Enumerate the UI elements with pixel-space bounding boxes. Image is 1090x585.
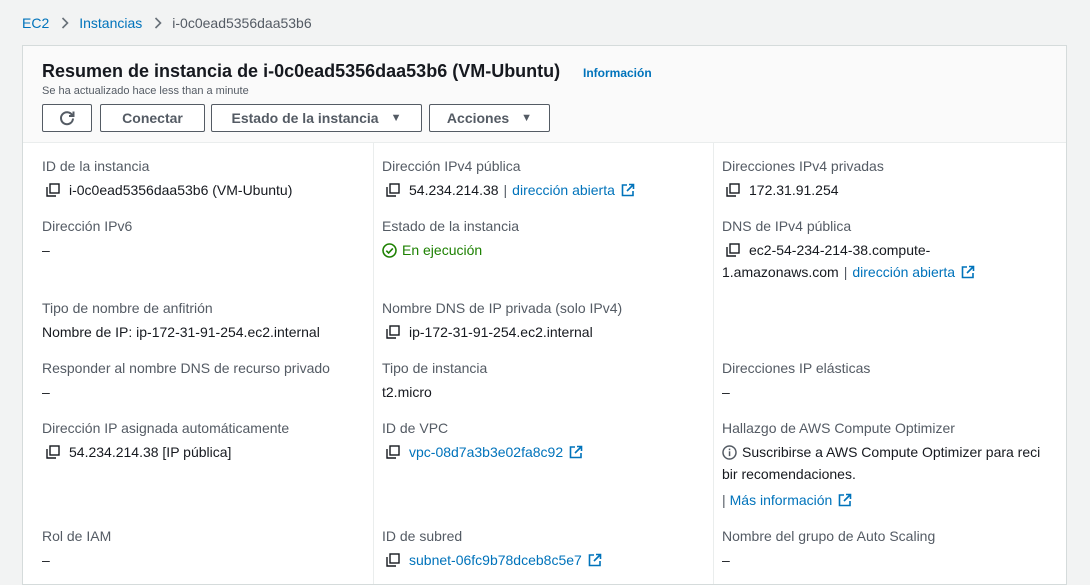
elastic-ips-value: – <box>722 384 730 400</box>
field-label: ID de la instancia <box>42 158 150 174</box>
public-dns-value-line2: 1.amazonaws.com <box>722 264 839 280</box>
last-updated-text: Se ha actualizado hace less than a minut… <box>42 85 249 97</box>
field-iam-role: Rol de IAM – <box>42 527 111 571</box>
external-link-icon <box>961 265 975 279</box>
field-label: Hallazgo de AWS Compute Optimizer <box>722 420 955 436</box>
copy-icon[interactable] <box>46 445 60 459</box>
field-label: Tipo de instancia <box>382 360 488 376</box>
caret-down-icon: ▼ <box>521 112 533 124</box>
copy-icon[interactable] <box>386 325 400 339</box>
field-compute-optimizer: Hallazgo de AWS Compute Optimizer Suscri… <box>722 419 1057 511</box>
ipv6-value: – <box>42 242 50 258</box>
field-private-dns: Nombre DNS de IP privada (solo IPv4) ip-… <box>382 299 622 343</box>
status-badge: En ejecución <box>382 239 482 261</box>
actions-dropdown[interactable]: Acciones ▼ <box>429 104 550 132</box>
copy-icon[interactable] <box>46 183 60 197</box>
breadcrumb: EC2 Instancias i-0c0ead5356daa53b6 <box>22 12 312 34</box>
refresh-button[interactable] <box>42 104 92 132</box>
info-link[interactable]: Información <box>583 66 652 80</box>
private-dns-value: ip-172-31-91-254.ec2.internal <box>409 324 593 340</box>
compute-optimizer-text-line2: bir recomendaciones. <box>722 466 856 482</box>
instance-id-value: i-0c0ead5356daa53b6 (VM-Ubuntu) <box>69 182 293 198</box>
field-label: Responder al nombre DNS de recurso priva… <box>42 360 330 376</box>
field-public-ipv4: Dirección IPv4 pública 54.234.214.38 | d… <box>382 157 635 201</box>
column-divider <box>373 142 374 584</box>
copy-icon[interactable] <box>726 243 740 257</box>
breadcrumb-current: i-0c0ead5356daa53b6 <box>172 15 312 31</box>
compute-optimizer-text-line1: Suscribirse a AWS Compute Optimizer para… <box>742 444 1041 460</box>
actions-dropdown-label: Acciones <box>446 110 510 126</box>
field-label: Tipo de nombre de anfitrión <box>42 300 213 316</box>
public-dns-value-line1: ec2-54-234-214-38.compute- <box>749 242 931 258</box>
external-link-icon <box>569 445 583 459</box>
instance-state-dropdown[interactable]: Estado de la instancia ▼ <box>211 104 422 132</box>
breadcrumb-instancias[interactable]: Instancias <box>79 15 142 31</box>
iam-role-value: – <box>42 552 50 568</box>
copy-icon[interactable] <box>726 183 740 197</box>
column-divider <box>713 142 714 584</box>
field-label: DNS de IPv4 pública <box>722 218 852 234</box>
field-instance-id: ID de la instancia i-0c0ead5356daa53b6 (… <box>42 157 292 201</box>
caret-down-icon: ▼ <box>390 112 402 124</box>
more-info-link[interactable]: Más información <box>730 489 833 511</box>
field-public-dns: DNS de IPv4 pública ec2-54-234-214-38.co… <box>722 217 975 283</box>
instance-type-value: t2.micro <box>382 384 432 400</box>
external-link-icon <box>838 493 852 507</box>
field-elastic-ips: Direcciones IP elásticas – <box>722 359 870 403</box>
external-link-icon <box>588 553 602 567</box>
refresh-icon <box>58 109 76 127</box>
info-circle-icon <box>722 444 737 460</box>
field-private-ipv4: Direcciones IPv4 privadas 172.31.91.254 <box>722 157 884 201</box>
field-vpc-id: ID de VPC vpc-08d7a3b3e02fa8c92 <box>382 419 583 463</box>
asg-name-value: – <box>722 552 730 568</box>
instance-state-value: En ejecución <box>402 242 483 258</box>
field-label: ID de subred <box>382 528 463 544</box>
subnet-id-link[interactable]: subnet-06fc9b78dceb8c5e7 <box>409 549 582 571</box>
field-label: Dirección IPv6 <box>42 218 133 234</box>
field-instance-state: Estado de la instancia En ejecución <box>382 217 519 261</box>
auto-ip-value: 54.234.214.38 [IP pública] <box>69 444 232 460</box>
field-label: Estado de la instancia <box>382 218 519 234</box>
field-label: Nombre del grupo de Auto Scaling <box>722 528 936 544</box>
field-ipv6: Dirección IPv6 – <box>42 217 132 261</box>
vpc-id-link[interactable]: vpc-08d7a3b3e02fa8c92 <box>409 441 563 463</box>
panel-header: Resumen de instancia de i-0c0ead5356daa5… <box>23 46 1066 143</box>
hostname-type-value: Nombre de IP: ip-172-31-91-254.ec2.inter… <box>42 324 320 340</box>
field-label: ID de VPC <box>382 420 449 436</box>
field-label: Nombre DNS de IP privada (solo IPv4) <box>382 300 623 316</box>
separator: | <box>722 492 726 508</box>
field-respond-private-dns: Responder al nombre DNS de recurso priva… <box>42 359 330 403</box>
chevron-right-icon <box>61 17 69 29</box>
field-asg-name: Nombre del grupo de Auto Scaling – <box>722 527 935 571</box>
copy-icon[interactable] <box>386 445 400 459</box>
field-instance-type: Tipo de instancia t2.micro <box>382 359 487 403</box>
field-label: Direcciones IPv4 privadas <box>722 158 884 174</box>
page-title: Resumen de instancia de i-0c0ead5356daa5… <box>42 61 561 81</box>
check-circle-icon <box>382 242 397 258</box>
open-address-link[interactable]: dirección abierta <box>512 179 615 201</box>
field-hostname-type: Tipo de nombre de anfitrión Nombre de IP… <box>42 299 320 343</box>
chevron-right-icon <box>154 17 162 29</box>
field-subnet-id: ID de subred subnet-06fc9b78dceb8c5e7 <box>382 527 602 571</box>
private-ipv4-value: 172.31.91.254 <box>749 182 839 198</box>
instance-summary-panel: Resumen de instancia de i-0c0ead5356daa5… <box>22 45 1067 585</box>
separator: | <box>503 182 508 198</box>
field-label: Dirección IPv4 pública <box>382 158 521 174</box>
public-ipv4-value: 54.234.214.38 <box>409 182 499 198</box>
instance-state-dropdown-label: Estado de la instancia <box>231 110 379 126</box>
copy-icon[interactable] <box>386 183 400 197</box>
field-label: Rol de IAM <box>42 528 112 544</box>
connect-button-label: Conectar <box>122 110 183 126</box>
connect-button[interactable]: Conectar <box>100 104 205 132</box>
breadcrumb-ec2[interactable]: EC2 <box>22 15 49 31</box>
field-auto-ip: Dirección IP asignada automáticamente 54… <box>42 419 289 463</box>
open-address-link[interactable]: dirección abierta <box>852 261 955 283</box>
separator: | <box>843 264 848 280</box>
copy-icon[interactable] <box>386 553 400 567</box>
field-label: Dirección IP asignada automáticamente <box>42 420 290 436</box>
field-label: Direcciones IP elásticas <box>722 360 871 376</box>
respond-private-dns-value: – <box>42 384 50 400</box>
external-link-icon <box>621 183 635 197</box>
